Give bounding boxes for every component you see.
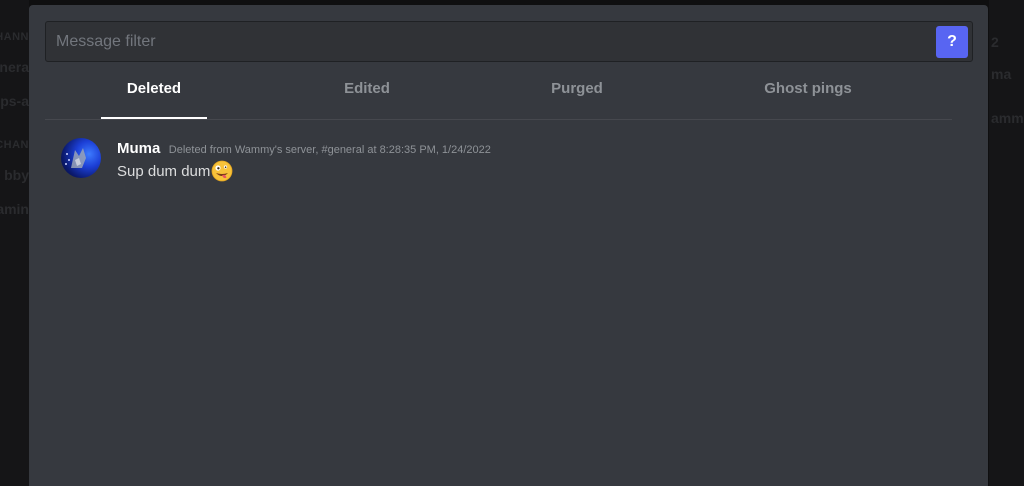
background-member-item: ma bbox=[991, 66, 1012, 82]
background-channel-list: CHANN nera ps-a CHAN bby amin bbox=[0, 0, 29, 486]
message-content: Sup dum dum bbox=[117, 160, 233, 182]
background-channel-item: amin bbox=[0, 201, 29, 217]
help-button[interactable]: ? bbox=[936, 26, 968, 58]
background-channel-item: bby bbox=[4, 167, 29, 183]
background-member-item: 2 bbox=[991, 34, 999, 50]
message-text: Sup dum dum bbox=[117, 162, 211, 180]
tab-deleted[interactable]: Deleted bbox=[101, 65, 207, 119]
background-member-list: 2 ma ammy bbox=[989, 0, 1024, 486]
background-member-item: ammy bbox=[991, 110, 1024, 126]
tab-edited[interactable]: Edited bbox=[317, 65, 417, 118]
message-header: Muma Deleted from Wammy's server, #gener… bbox=[117, 140, 491, 158]
zany-face-emoji-icon bbox=[211, 160, 233, 182]
background-channel-item: ps-a bbox=[0, 93, 29, 109]
tab-ghost-pings[interactable]: Ghost pings bbox=[748, 65, 868, 118]
avatar[interactable] bbox=[61, 138, 101, 178]
message-logger-modal: ? Deleted Edited Purged Ghost pings Muma… bbox=[29, 5, 988, 486]
background-channel-item: nera bbox=[0, 59, 29, 75]
deleted-message[interactable]: Muma Deleted from Wammy's server, #gener… bbox=[61, 138, 941, 186]
message-filter-input[interactable] bbox=[46, 22, 926, 61]
background-category-label: CHANN bbox=[0, 31, 29, 43]
message-filter-bar: ? bbox=[45, 21, 973, 62]
tab-purged[interactable]: Purged bbox=[527, 65, 627, 118]
message-meta: Deleted from Wammy's server, #general at… bbox=[168, 144, 491, 156]
background-category-label: CHAN bbox=[0, 139, 29, 151]
wolf-avatar-icon bbox=[65, 148, 86, 168]
log-tabs: Deleted Edited Purged Ghost pings bbox=[45, 65, 952, 120]
message-author[interactable]: Muma bbox=[117, 140, 160, 157]
